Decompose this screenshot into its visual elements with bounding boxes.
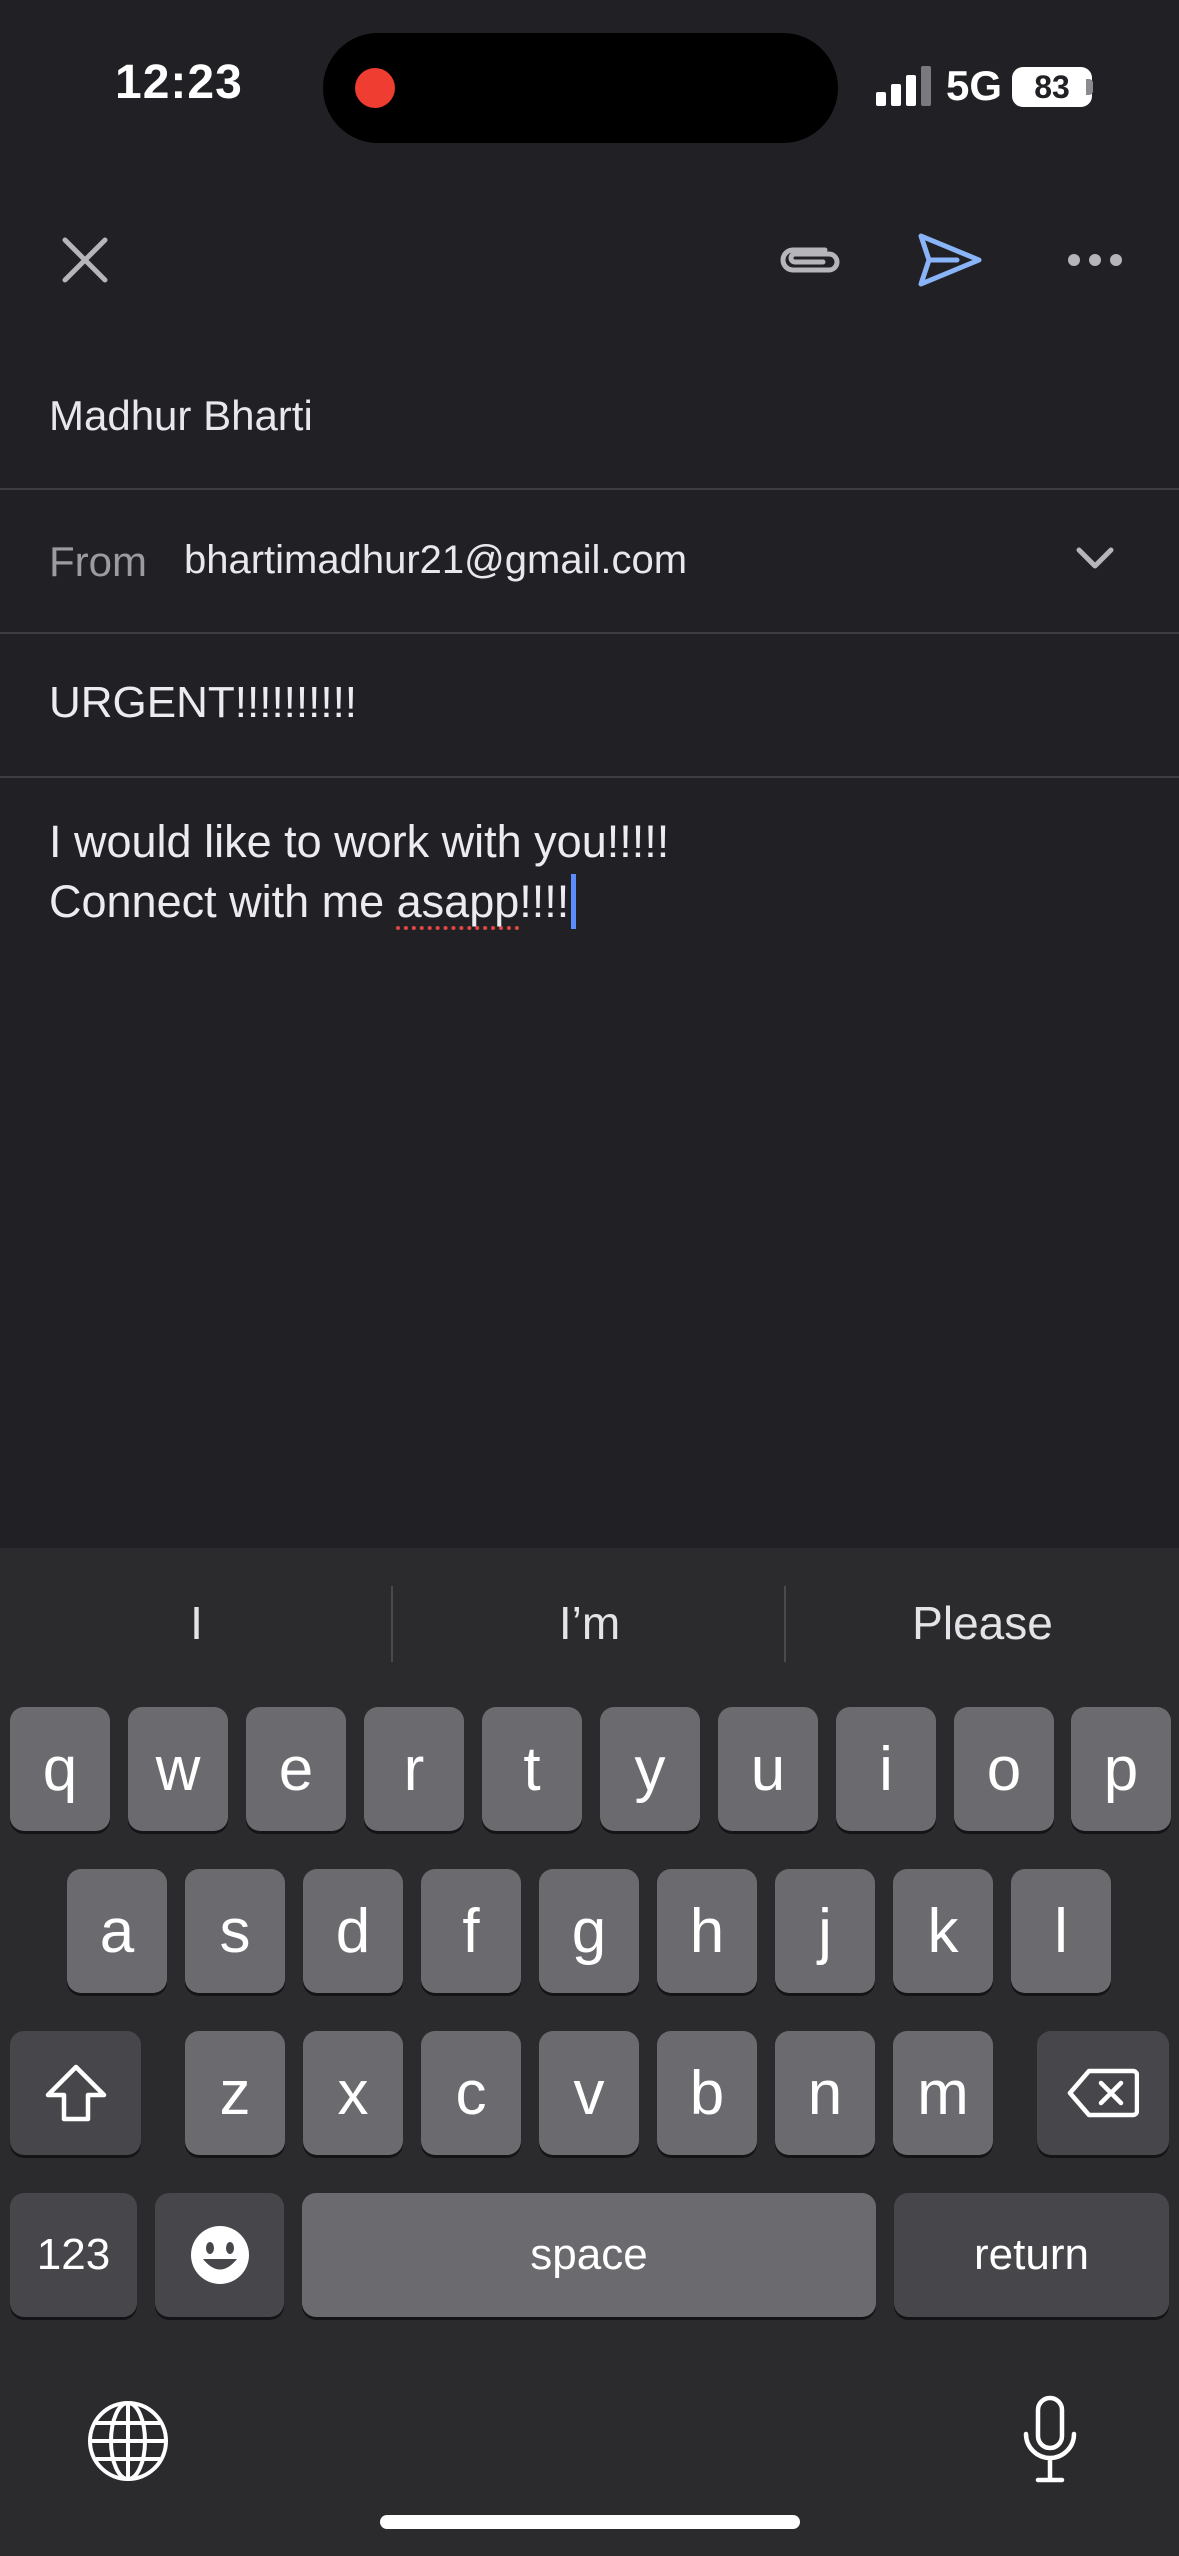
key-e[interactable]: e [246, 1707, 346, 1831]
key-w[interactable]: w [128, 1707, 228, 1831]
suggestion-2[interactable]: I’m [393, 1548, 786, 1698]
key-y[interactable]: y [600, 1707, 700, 1831]
from-address[interactable]: bhartimadhur21@gmail.com [184, 538, 687, 583]
send-icon [918, 233, 982, 287]
from-label: From [49, 538, 147, 585]
globe-button[interactable] [78, 2391, 178, 2491]
recipient-chip[interactable]: Madhur Bharti [49, 392, 313, 440]
key-l[interactable]: l [1011, 1869, 1111, 1993]
battery-tip [1086, 79, 1093, 95]
key-b[interactable]: b [657, 2031, 757, 2155]
more-options-button[interactable] [1055, 220, 1135, 300]
network-type: 5G [946, 62, 1003, 109]
key-n[interactable]: n [775, 2031, 875, 2155]
key-o[interactable]: o [954, 1707, 1054, 1831]
key-c[interactable]: c [421, 2031, 521, 2155]
key-z[interactable]: z [185, 2031, 285, 2155]
body-text: Connect with me [49, 876, 397, 927]
key-q[interactable]: q [10, 1707, 110, 1831]
from-field[interactable]: From bhartimadhur21@gmail.com [0, 490, 1179, 634]
subject-text[interactable]: URGENT!!!!!!!!!! [49, 678, 357, 728]
attach-button[interactable] [765, 220, 850, 300]
emoji-key[interactable] [155, 2193, 284, 2317]
battery-indicator: 83 [1012, 67, 1092, 107]
dictation-button[interactable] [1000, 2385, 1100, 2495]
to-field[interactable]: Madhur Bharti [0, 350, 1179, 490]
key-v[interactable]: v [539, 2031, 639, 2155]
suggestion-3[interactable]: Please [786, 1548, 1179, 1698]
paperclip-icon [780, 247, 839, 273]
shift-key[interactable] [10, 2031, 141, 2155]
key-s[interactable]: s [185, 1869, 285, 1993]
chevron-down-icon[interactable] [1065, 528, 1125, 588]
key-g[interactable]: g [539, 1869, 639, 1993]
numbers-key[interactable]: 123 [10, 2193, 137, 2317]
status-time: 12:23 [115, 56, 243, 109]
key-k[interactable]: k [893, 1869, 993, 1993]
suggestion-1[interactable]: I [0, 1548, 393, 1698]
home-indicator[interactable] [380, 2515, 800, 2529]
body-line-2: Connect with me asapp!!!! [49, 872, 1129, 932]
space-key[interactable]: space [302, 2193, 876, 2317]
key-i[interactable]: i [836, 1707, 936, 1831]
key-f[interactable]: f [421, 1869, 521, 1993]
microphone-icon [1023, 2395, 1077, 2483]
key-u[interactable]: u [718, 1707, 818, 1831]
text-cursor [571, 874, 577, 929]
emoji-icon [190, 2226, 249, 2284]
close-icon [62, 237, 108, 283]
send-button[interactable] [905, 220, 995, 300]
key-h[interactable]: h [657, 1869, 757, 1993]
key-a[interactable]: a [67, 1869, 167, 1993]
key-j[interactable]: j [775, 1869, 875, 1993]
return-key[interactable]: return [894, 2193, 1169, 2317]
backspace-key[interactable] [1037, 2031, 1169, 2155]
subject-field[interactable]: URGENT!!!!!!!!!! [0, 634, 1179, 778]
body-line-1: I would like to work with you!!!!! [49, 816, 670, 867]
cellular-signal-icon [876, 66, 931, 106]
key-t[interactable]: t [482, 1707, 582, 1831]
message-body[interactable]: I would like to work with you!!!!! Conne… [49, 812, 1129, 932]
shift-arrow-icon [45, 2064, 106, 2122]
body-text-end: !!!! [519, 876, 570, 927]
misspelled-word[interactable]: asapp [397, 876, 520, 927]
key-x[interactable]: x [303, 2031, 403, 2155]
key-p[interactable]: p [1071, 1707, 1171, 1831]
key-r[interactable]: r [364, 1707, 464, 1831]
more-dots-icon [1068, 254, 1122, 266]
recording-indicator-icon [355, 68, 395, 108]
dynamic-island [323, 33, 838, 143]
key-d[interactable]: d [303, 1869, 403, 1993]
key-m[interactable]: m [893, 2031, 993, 2155]
globe-icon [88, 2401, 168, 2481]
close-button[interactable] [45, 220, 125, 300]
backspace-icon [1067, 2068, 1139, 2118]
